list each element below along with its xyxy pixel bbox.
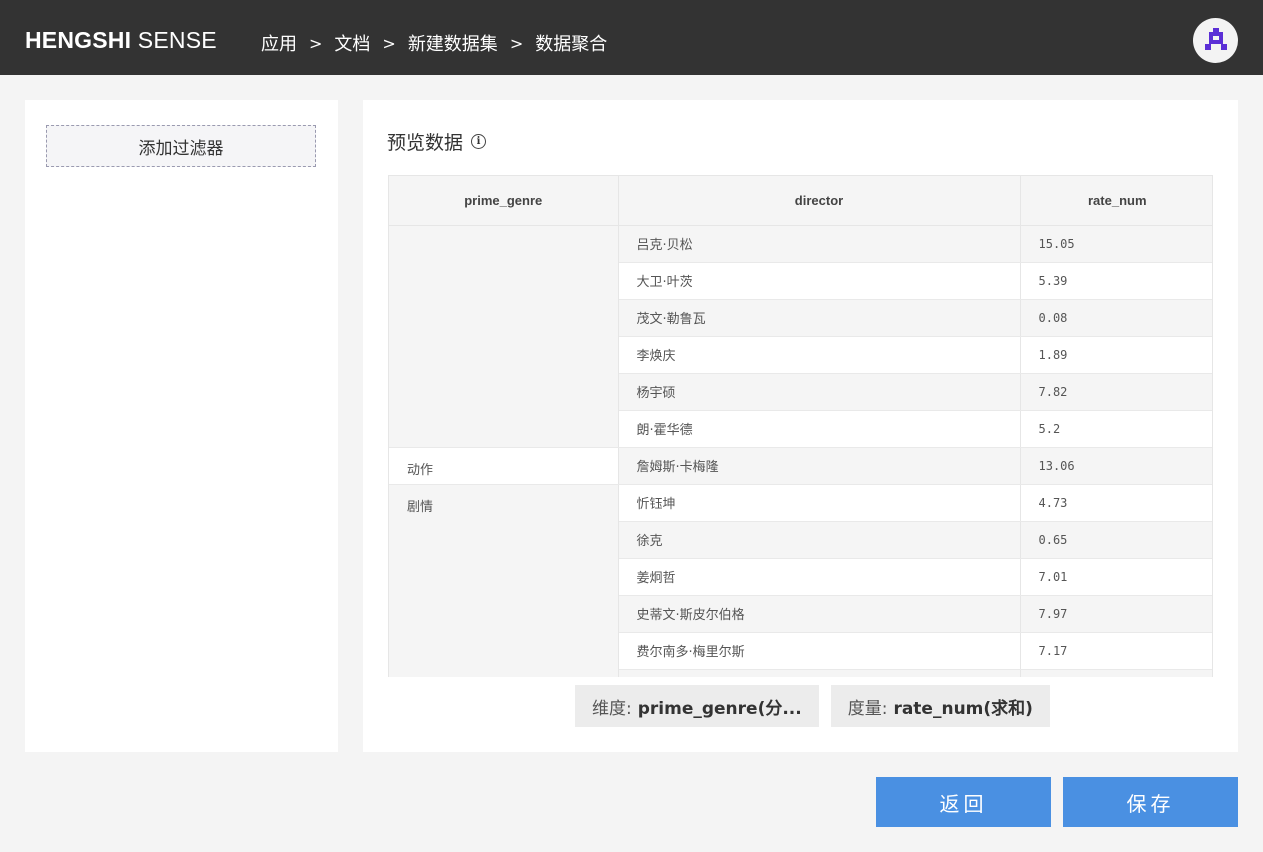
- filter-panel: 添加过滤器: [25, 100, 338, 752]
- field-chips: 维度: prime_genre(分... 度量: rate_num(求和): [575, 685, 1050, 727]
- breadcrumb-item-apps[interactable]: 应用: [261, 30, 297, 56]
- director-cell: 茂文·勒鲁瓦: [618, 299, 1021, 337]
- preview-title-text: 预览数据: [387, 132, 464, 154]
- rate-cell: 15.05: [1020, 225, 1212, 263]
- breadcrumb-separator: >: [509, 33, 524, 53]
- brand-bold: HENGSHI: [25, 27, 132, 53]
- table-header-row: prime_genre director rate_num: [389, 176, 1212, 226]
- director-cell: 姜炯哲: [618, 558, 1021, 596]
- rate-cell: 7.97: [1020, 595, 1212, 633]
- rate-cell: 13.06: [1020, 447, 1212, 485]
- rate-cell: 7.82: [1020, 373, 1212, 411]
- brand-light: SENSE: [137, 27, 217, 53]
- rate-cell: 1.89: [1020, 336, 1212, 374]
- breadcrumb-separator: >: [382, 33, 396, 53]
- dimension-chip-value: prime_genre(分...: [637, 698, 802, 719]
- genre-cell: 动作: [389, 447, 619, 485]
- director-cell: 詹姆斯·卡梅隆: [618, 447, 1021, 485]
- user-avatar[interactable]: [1193, 18, 1238, 63]
- director-cell: 吕克·贝松: [618, 225, 1021, 263]
- breadcrumb-separator: >: [309, 33, 323, 53]
- column-header-rate-num[interactable]: rate_num: [1020, 176, 1212, 226]
- save-button[interactable]: 保存: [1063, 777, 1238, 827]
- breadcrumb: 应用 > 文档 > 新建数据集 > 数据聚合: [261, 30, 607, 56]
- preview-title: 预览数据 i: [387, 128, 487, 155]
- info-icon[interactable]: i: [471, 134, 487, 149]
- back-button[interactable]: 返回: [876, 777, 1051, 827]
- rate-cell: 5.39: [1020, 262, 1212, 300]
- director-cell: 忻钰坤: [618, 484, 1021, 522]
- table-row: 剧情 忻钰坤 4.73: [389, 484, 1212, 677]
- director-cell: [618, 669, 1021, 677]
- director-cell: 史蒂文·斯皮尔伯格: [618, 595, 1021, 633]
- director-cell: 大卫·叶茨: [618, 262, 1021, 300]
- rate-cell: 7.01: [1020, 558, 1212, 596]
- rate-cell: 0.65: [1020, 521, 1212, 559]
- breadcrumb-item-aggregate: 数据聚合: [535, 34, 608, 55]
- breadcrumb-item-docs[interactable]: 文档: [334, 30, 370, 56]
- director-cell: 朗·霍华德: [618, 410, 1021, 448]
- measure-chip-label: 度量:: [847, 698, 888, 719]
- measure-chip[interactable]: 度量: rate_num(求和): [830, 685, 1050, 727]
- add-filter-button[interactable]: 添加过滤器: [46, 125, 316, 167]
- rate-cell: [1020, 669, 1212, 677]
- dimension-chip-label: 维度:: [592, 698, 632, 719]
- table-row: 吕克·贝松 15.05: [389, 225, 1212, 448]
- dimension-chip[interactable]: 维度: prime_genre(分...: [575, 685, 819, 727]
- column-header-director[interactable]: director: [618, 176, 1021, 226]
- measure-chip-value: rate_num(求和): [893, 698, 1033, 719]
- column-header-prime-genre[interactable]: prime_genre: [389, 176, 619, 226]
- rate-cell: 0.08: [1020, 299, 1212, 337]
- app-logo[interactable]: HENGSHI SENSE: [25, 27, 217, 54]
- genre-cell: 剧情: [389, 484, 619, 677]
- rate-cell: 5.2: [1020, 410, 1212, 448]
- user-avatar-icon: [1204, 27, 1227, 50]
- rate-cell: 7.17: [1020, 632, 1212, 670]
- preview-table[interactable]: prime_genre director rate_num 吕克·贝松 15.0…: [388, 175, 1213, 677]
- top-bar: HENGSHI SENSE 应用 > 文档 > 新建数据集 > 数据聚合: [0, 0, 1263, 75]
- director-cell: 费尔南多·梅里尔斯: [618, 632, 1021, 670]
- table-row: 动作 詹姆斯·卡梅隆 13.06: [389, 447, 1212, 485]
- director-cell: 李焕庆: [618, 336, 1021, 374]
- preview-panel: 预览数据 i prime_genre director rate_num 吕克·…: [363, 100, 1238, 752]
- director-cell: 杨宇硕: [618, 373, 1021, 411]
- breadcrumb-item-new-dataset[interactable]: 新建数据集: [408, 30, 498, 56]
- rate-cell: 4.73: [1020, 484, 1212, 522]
- genre-cell: [389, 225, 619, 448]
- director-cell: 徐克: [618, 521, 1021, 559]
